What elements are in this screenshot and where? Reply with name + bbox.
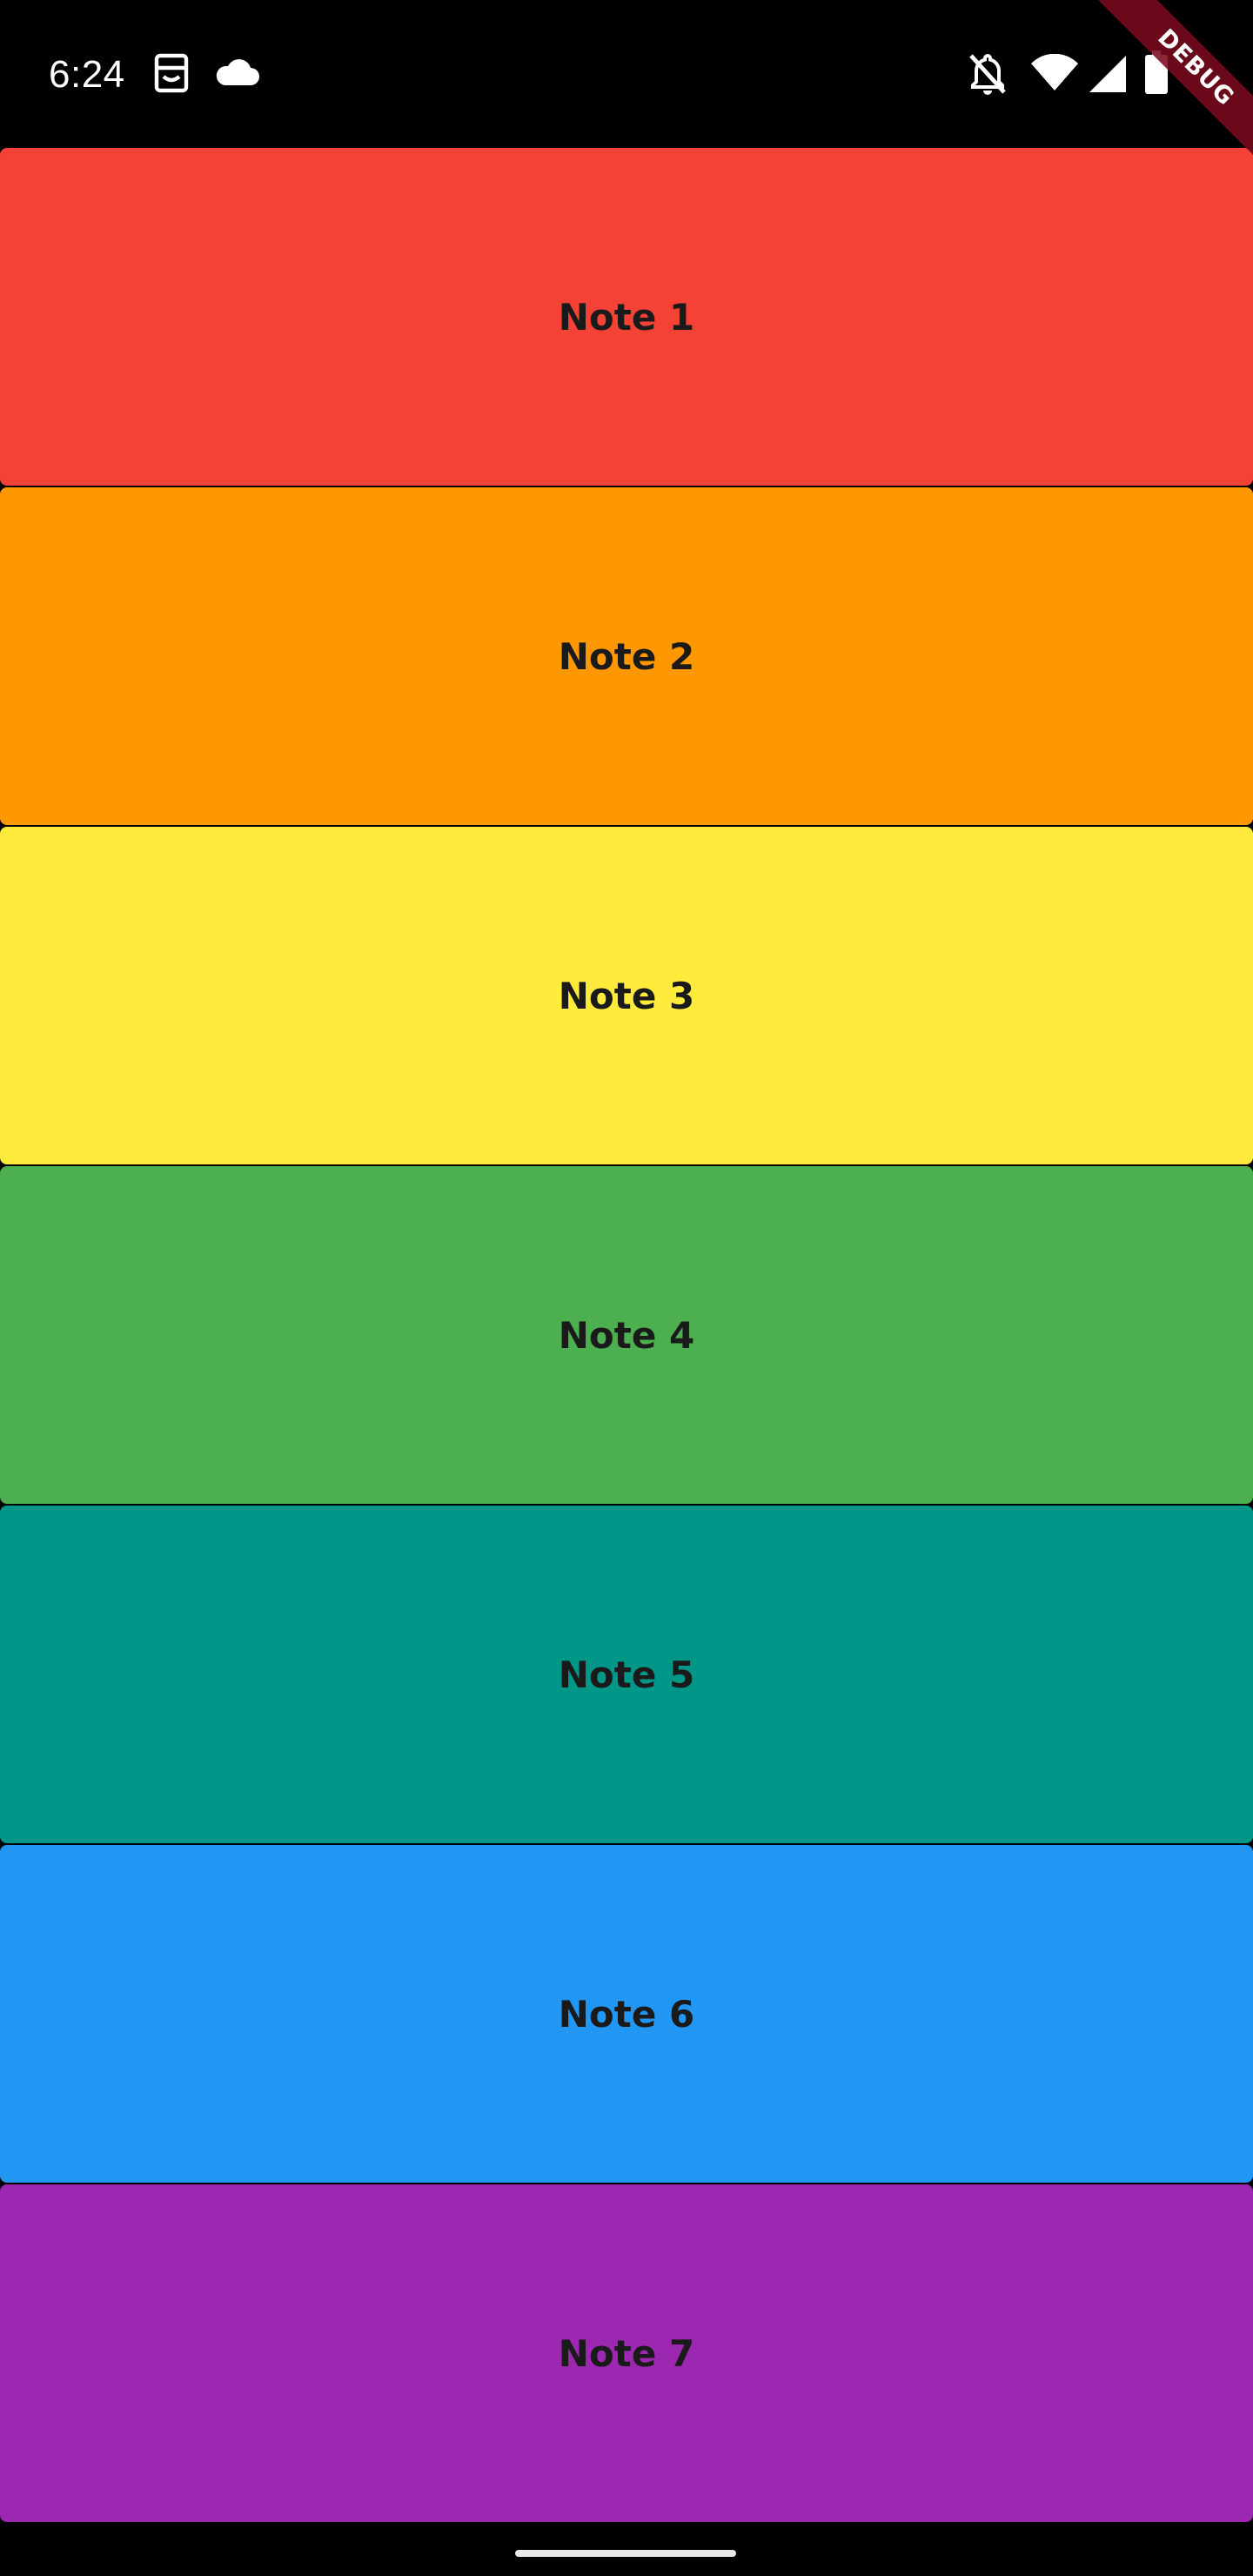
- note-card[interactable]: Note 2: [0, 487, 1253, 825]
- wifi-icon: [1031, 54, 1078, 91]
- notes-list: Note 1 Note 2 Note 3 Note 4 Note 5 Note …: [0, 148, 1253, 2524]
- app-notification-icon: [154, 53, 189, 93]
- note-label: Note 7: [558, 2331, 695, 2375]
- note-label: Note 1: [558, 295, 695, 339]
- bell-off-icon: [969, 53, 1006, 95]
- note-card[interactable]: Note 6: [0, 1845, 1253, 2183]
- battery-icon: [1145, 50, 1168, 94]
- note-card[interactable]: Note 3: [0, 827, 1253, 1164]
- note-label: Note 5: [558, 1653, 695, 1696]
- cell-signal-icon: [1089, 56, 1126, 92]
- note-card[interactable]: Note 1: [0, 148, 1253, 486]
- status-bar: 6:24: [0, 0, 1253, 148]
- note-card[interactable]: Note 5: [0, 1506, 1253, 1843]
- note-label: Note 2: [558, 634, 695, 678]
- app-screen: 6:24 DEBUG Note 1 Note 2 Note 3 Note 4 N…: [0, 0, 1253, 2576]
- note-label: Note 6: [558, 1992, 695, 2036]
- note-label: Note 4: [558, 1313, 695, 1357]
- gesture-navigation-handle[interactable]: [515, 2550, 736, 2557]
- status-time: 6:24: [49, 53, 125, 96]
- note-label: Note 3: [558, 974, 695, 1017]
- note-card[interactable]: Note 7: [0, 2184, 1253, 2522]
- cloud-icon: [216, 59, 259, 85]
- note-card[interactable]: Note 4: [0, 1166, 1253, 1504]
